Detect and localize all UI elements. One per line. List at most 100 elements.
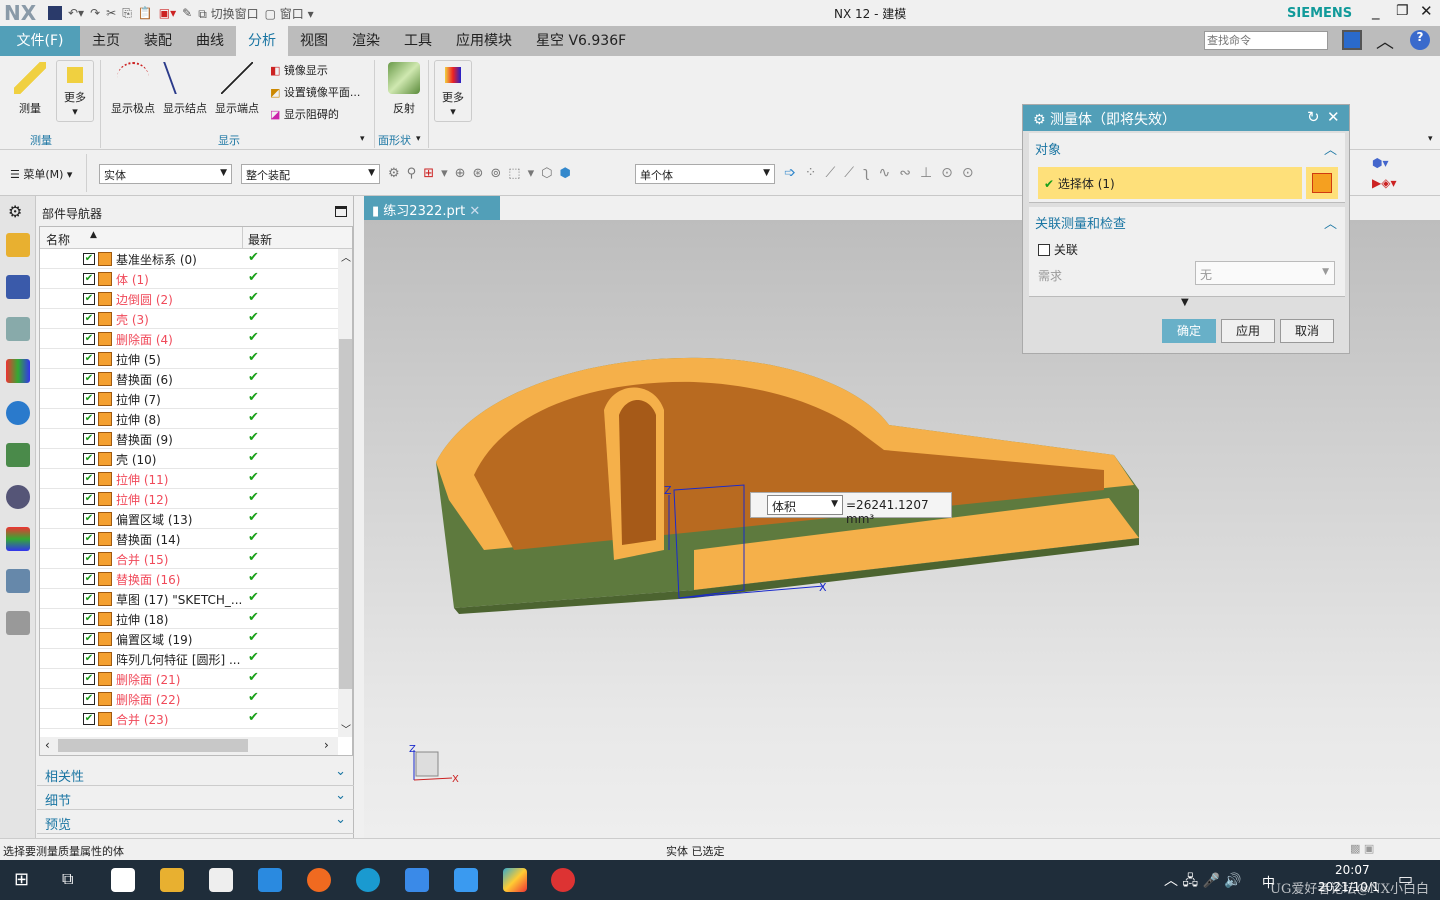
tree-row[interactable]: ✔ 删除面 (22) ✔ [40, 689, 338, 709]
visibility-checkbox[interactable]: ✔ [83, 453, 95, 465]
tree-row[interactable]: ✔ 拉伸 (7) ✔ [40, 389, 338, 409]
visibility-checkbox[interactable]: ✔ [83, 433, 95, 445]
window-icon[interactable]: ▣▾ [159, 6, 176, 20]
visibility-checkbox[interactable]: ✔ [83, 513, 95, 525]
measure-type-select[interactable]: 体积 ▼ [767, 495, 843, 515]
mirror-display-button[interactable]: ◧ 镜像显示 [270, 60, 360, 82]
group-display-dropdown[interactable]: ▾ [360, 134, 365, 144]
system-scene-icon[interactable] [6, 611, 30, 635]
tree-row[interactable]: ✔ 基准坐标系 (0) ✔ [40, 249, 338, 269]
visibility-checkbox[interactable]: ✔ [83, 253, 95, 265]
visibility-checkbox[interactable]: ✔ [83, 553, 95, 565]
visibility-checkbox[interactable]: ✔ [83, 493, 95, 505]
tab-home[interactable]: 主页 [80, 26, 132, 56]
nx-taskbar-icon[interactable] [551, 868, 575, 892]
select-body-field[interactable]: ✔ 选择体 (1) [1038, 167, 1302, 199]
panel-details[interactable]: 细节 ⌄ [37, 786, 354, 810]
tree-row[interactable]: ✔ 删除面 (21) ✔ [40, 669, 338, 689]
roles-icon[interactable] [6, 569, 30, 593]
show-blocking-button[interactable]: ◪ 显示阻碍的 [270, 104, 360, 126]
set-mirror-plane-button[interactable]: ◩ 设置镜像平面... [270, 82, 360, 104]
tree-row[interactable]: ✔ 边倒圆 (2) ✔ [40, 289, 338, 309]
tab-tools[interactable]: 工具 [392, 26, 444, 56]
paste-icon[interactable]: 📋 [138, 6, 153, 20]
visibility-checkbox[interactable]: ✔ [83, 693, 95, 705]
info-icon[interactable] [6, 401, 30, 425]
file-explorer-icon[interactable] [160, 868, 184, 892]
undo-icon[interactable]: ↶▾ [68, 6, 84, 20]
start-icon[interactable]: ⊞ [14, 869, 29, 890]
mail-icon[interactable] [258, 868, 282, 892]
copy-icon[interactable]: ⎘ [122, 6, 132, 21]
visibility-checkbox[interactable]: ✔ [83, 473, 95, 485]
tree-horizontal-scrollbar[interactable]: ‹ › [40, 737, 338, 755]
cut-icon[interactable]: ✂ [106, 6, 116, 20]
visibility-checkbox[interactable]: ✔ [83, 573, 95, 585]
body-select-icon[interactable] [1306, 167, 1338, 199]
tree-vertical-scrollbar[interactable]: ︿ ﹀ [338, 249, 352, 737]
tree-row[interactable]: ✔ 草图 (17) "SKETCH_... ✔ [40, 589, 338, 609]
edge-icon[interactable] [356, 868, 380, 892]
cancel-button[interactable]: 取消 [1280, 319, 1334, 343]
constraint-navigator-icon[interactable] [6, 275, 30, 299]
visibility-checkbox[interactable]: ✔ [83, 593, 95, 605]
expand-more-icon[interactable]: ▼ [1181, 297, 1189, 308]
dialog-close-icon[interactable]: ✕ [1327, 108, 1340, 126]
feishu-icon[interactable] [405, 868, 429, 892]
command-search-input[interactable] [1204, 31, 1328, 50]
app-icon[interactable] [503, 868, 527, 892]
tree-row[interactable]: ✔ 偏置区域 (13) ✔ [40, 509, 338, 529]
selection-scope-select[interactable]: 整个装配 [241, 164, 380, 184]
visibility-checkbox[interactable]: ✔ [83, 353, 95, 365]
redo-icon[interactable]: ↷ [90, 6, 100, 20]
tab-render[interactable]: 渲染 [340, 26, 392, 56]
visibility-checkbox[interactable]: ✔ [83, 413, 95, 425]
section-object-header[interactable]: 对象 ︿ [1029, 133, 1345, 164]
restore-button[interactable]: ❐ [1396, 3, 1409, 19]
body-rule-select[interactable]: 单个体 [635, 164, 775, 184]
collapse-ribbon-icon[interactable]: ︿ [1376, 28, 1394, 54]
visibility-checkbox[interactable]: ✔ [83, 713, 95, 725]
tree-row[interactable]: ✔ 拉伸 (12) ✔ [40, 489, 338, 509]
firefox-icon[interactable] [307, 868, 331, 892]
help-icon[interactable]: ? [1410, 30, 1430, 50]
tree-row[interactable]: ✔ 删除面 (4) ✔ [40, 329, 338, 349]
visibility-checkbox[interactable]: ✔ [83, 393, 95, 405]
tree-row[interactable]: ✔ 壳 (10) ✔ [40, 449, 338, 469]
tree-row[interactable]: ✔ 合并 (23) ✔ [40, 709, 338, 729]
view-cube-icon[interactable]: ⬢▾ [1372, 156, 1389, 170]
reset-icon[interactable]: ↻ [1307, 108, 1320, 126]
show-knots-button[interactable]: 显示结点 [162, 62, 208, 116]
tab-view[interactable]: 视图 [288, 26, 340, 56]
more-shape-button[interactable]: 更多 ▾ [434, 60, 472, 122]
render-style-icon[interactable]: ▶◈▾ [1372, 176, 1396, 190]
switch-window-button[interactable]: ⧉ 切换窗口 [198, 5, 258, 22]
tray-icons[interactable]: ︿ 🖧 🎤 🔊 [1164, 870, 1242, 894]
column-name[interactable]: 名称 [46, 231, 70, 248]
file-tab[interactable]: ▮ 练习2322.prt ✕ [364, 196, 500, 220]
tree-row[interactable]: ✔ 替换面 (6) ✔ [40, 369, 338, 389]
task-view-icon[interactable]: ⧉ [62, 869, 73, 889]
notification-icon[interactable]: ▭ [1398, 869, 1413, 888]
window-menu-button[interactable]: ▢ 窗口 ▾ [265, 5, 314, 22]
column-latest[interactable]: 最新 [248, 231, 272, 248]
settings-icon[interactable]: ⚙ [8, 202, 27, 221]
visibility-checkbox[interactable]: ✔ [83, 333, 95, 345]
file-menu[interactable]: 文件(F) [0, 26, 80, 56]
visibility-checkbox[interactable]: ✔ [83, 673, 95, 685]
menu-button[interactable]: ☰ 菜单(M) ▾ [10, 166, 72, 182]
associative-checkbox[interactable]: 关联 [1038, 241, 1078, 258]
visual-palette-icon[interactable] [6, 527, 30, 551]
section-associative-header[interactable]: 关联测量和检查 ︿ [1029, 207, 1345, 238]
tree-row[interactable]: ✔ 替换面 (9) ✔ [40, 429, 338, 449]
maximize-navigator-icon[interactable] [335, 206, 347, 217]
store-icon[interactable] [209, 868, 233, 892]
visibility-checkbox[interactable]: ✔ [83, 653, 95, 665]
security-app-icon[interactable] [454, 868, 478, 892]
selection-icons[interactable]: ⚙⚲⊞▾⊕⊛⊚⬚▾⬡⬢ [388, 166, 578, 181]
tree-row[interactable]: ✔ 拉伸 (11) ✔ [40, 469, 338, 489]
group-face-shape-dropdown[interactable]: ▾ [416, 134, 421, 144]
tree-row[interactable]: ✔ 拉伸 (8) ✔ [40, 409, 338, 429]
close-tab-icon[interactable]: ✕ [469, 204, 480, 219]
web-browser-icon[interactable] [6, 443, 30, 467]
